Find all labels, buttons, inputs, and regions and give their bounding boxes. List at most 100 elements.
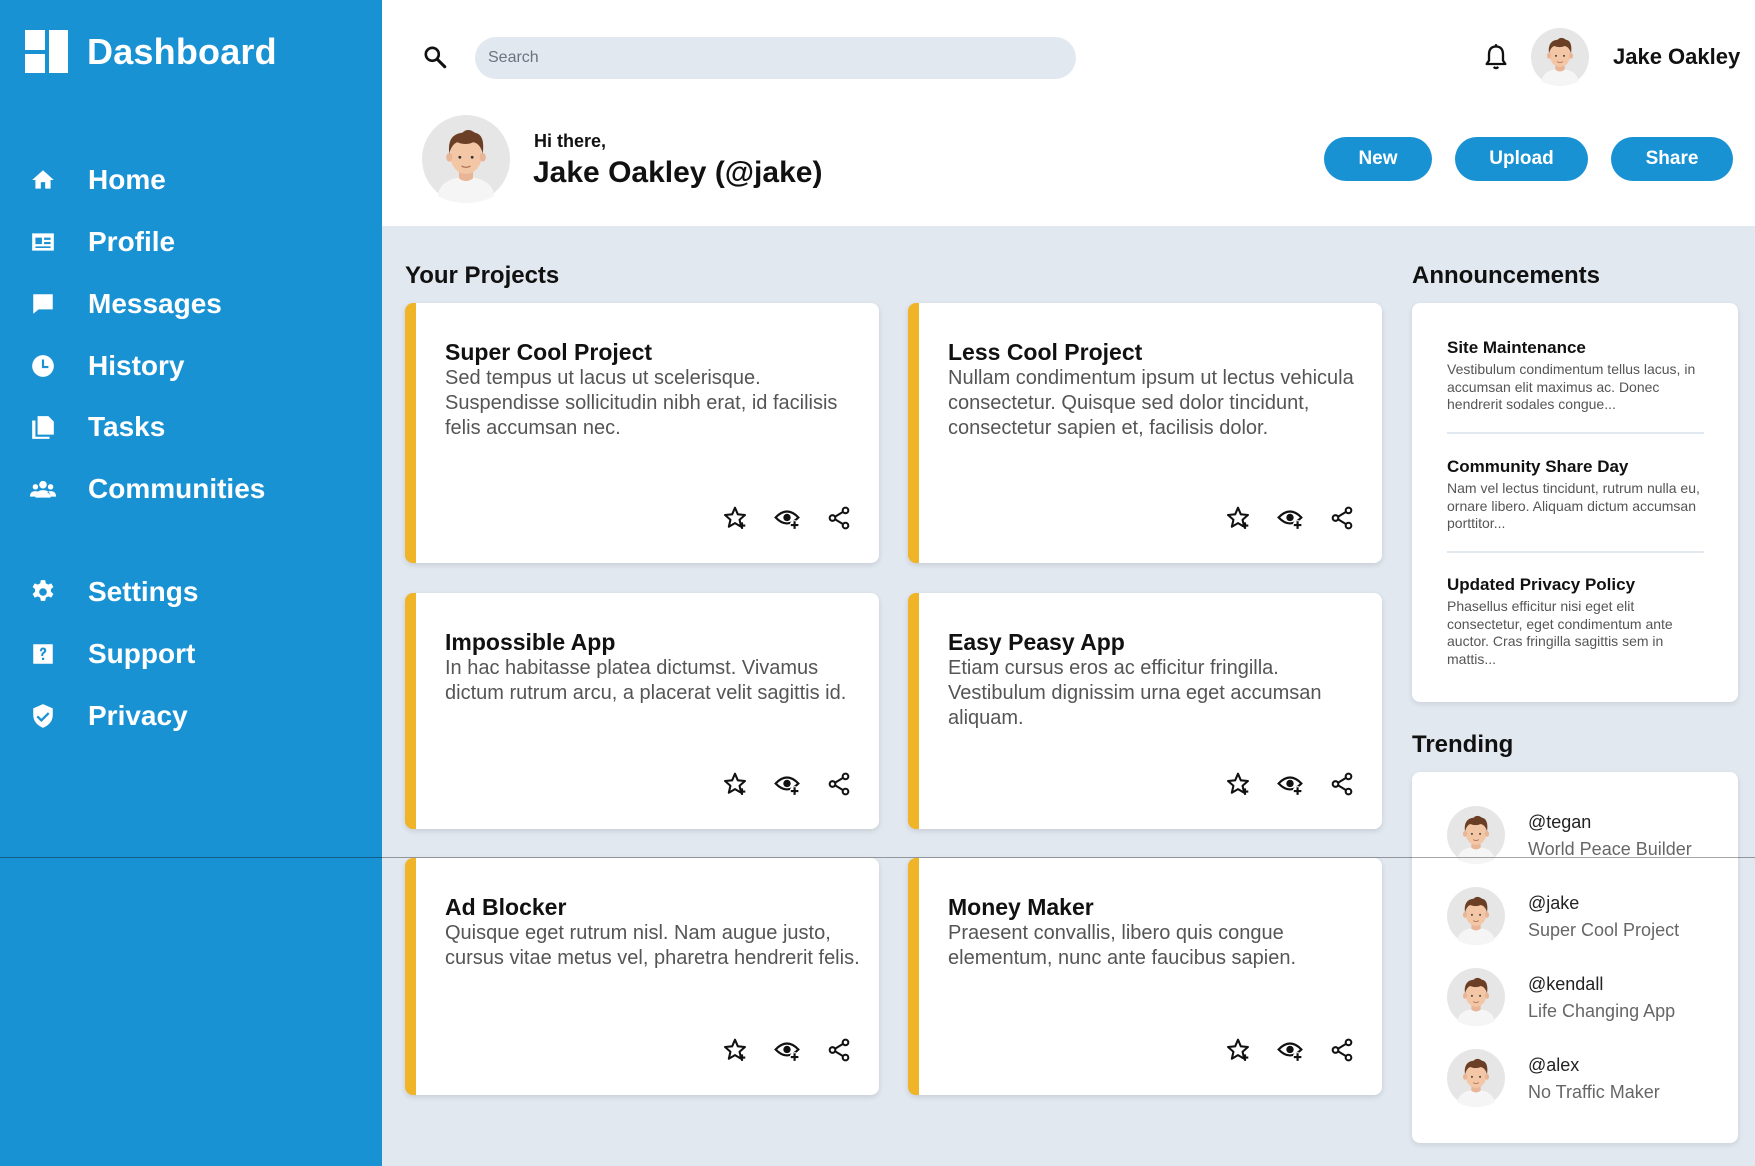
project-card[interactable]: Ad Blocker Quisque eget rutrum nisl. Nam…: [405, 858, 879, 1095]
announcement-title: Site Maintenance: [1447, 338, 1586, 357]
card-actions: [722, 1037, 852, 1063]
share-button[interactable]: Share: [1611, 137, 1733, 181]
trending-title: Trending: [1412, 731, 1514, 758]
sidebar-item-label: Tasks: [88, 411, 166, 442]
project-title: Ad Blocker: [445, 894, 567, 920]
sidebar-item-messages[interactable]: Messages: [28, 284, 222, 324]
watch-icon[interactable]: [1277, 771, 1303, 797]
card-actions: [722, 771, 852, 797]
group-icon: [28, 474, 58, 504]
avatar: [422, 115, 510, 203]
announcements-panel: Site Maintenance Vestibulum condimentum …: [1412, 303, 1738, 702]
sidebar-item-label: Support: [88, 638, 196, 669]
watch-icon[interactable]: [1277, 505, 1303, 531]
share-icon[interactable]: [826, 1037, 852, 1063]
project-title: Impossible App: [445, 629, 616, 655]
sidebar-item-tasks[interactable]: Tasks: [28, 407, 165, 447]
sidebar-item-history[interactable]: History: [28, 346, 184, 386]
announcement-title: Community Share Day: [1447, 457, 1629, 476]
trending-project: Super Cool Project: [1528, 920, 1680, 940]
project-card[interactable]: Easy Peasy App Etiam cursus eros ac effi…: [908, 593, 1382, 829]
trending-item[interactable]: @tegan World Peace Builder: [1447, 806, 1727, 866]
brand-title: Dashboard: [87, 30, 277, 72]
bell-icon[interactable]: [1482, 42, 1510, 72]
search-input[interactable]: [475, 37, 1076, 79]
share-icon[interactable]: [826, 505, 852, 531]
sidebar-item-label: Profile: [88, 226, 176, 257]
sidebar-item-profile[interactable]: Profile: [28, 222, 175, 262]
sidebar-item-home[interactable]: Home: [28, 160, 166, 200]
avatar[interactable]: [1531, 28, 1589, 86]
share-icon[interactable]: [1329, 771, 1355, 797]
card-actions: [722, 505, 852, 531]
new-button[interactable]: New: [1324, 137, 1432, 181]
watch-icon[interactable]: [774, 771, 800, 797]
project-card[interactable]: Money Maker Praesent convallis, libero q…: [908, 858, 1382, 1095]
dashboard-logo-icon: [25, 30, 68, 73]
favorite-icon[interactable]: [722, 505, 748, 531]
gear-icon: [28, 577, 58, 607]
share-icon[interactable]: [1329, 1037, 1355, 1063]
trending-project: World Peace Builder: [1528, 839, 1692, 859]
trending-item[interactable]: @jake Super Cool Project: [1447, 887, 1727, 947]
sidebar: Dashboard Home Profile Messages History: [0, 0, 382, 1166]
favorite-icon[interactable]: [1225, 505, 1251, 531]
trending-panel: @tegan World Peace Builder @jake Super C…: [1412, 772, 1738, 1143]
id-card-icon: [28, 227, 58, 257]
upload-button[interactable]: Upload: [1455, 137, 1588, 181]
sidebar-item-label: Privacy: [88, 700, 188, 731]
watch-icon[interactable]: [774, 505, 800, 531]
card-actions: [1225, 1037, 1355, 1063]
project-title: Super Cool Project: [445, 339, 653, 365]
clock-icon: [28, 351, 58, 381]
trending-handle: @tegan: [1528, 812, 1592, 832]
help-icon: [28, 639, 58, 669]
brand[interactable]: Dashboard: [25, 30, 277, 73]
greeting-text: Hi there,: [534, 131, 607, 151]
project-card[interactable]: Impossible App In hac habitasse platea d…: [405, 593, 879, 829]
favorite-icon[interactable]: [1225, 771, 1251, 797]
sidebar-item-communities[interactable]: Communities: [28, 469, 265, 509]
announcement-item[interactable]: Community Share Day Nam vel lectus tinci…: [1447, 457, 1704, 533]
announcement-item[interactable]: Updated Privacy Policy Phasellus efficit…: [1447, 575, 1704, 668]
share-icon[interactable]: [1329, 505, 1355, 531]
announcement-item[interactable]: Site Maintenance Vestibulum condimentum …: [1447, 338, 1704, 414]
favorite-icon[interactable]: [722, 771, 748, 797]
announcement-title: Updated Privacy Policy: [1447, 575, 1636, 594]
trending-handle: @alex: [1528, 1055, 1580, 1075]
shield-check-icon: [28, 701, 58, 731]
announcement-body: Phasellus efficitur nisi eget elit conse…: [1447, 598, 1673, 667]
trending-project: No Traffic Maker: [1528, 1082, 1660, 1102]
project-title: Less Cool Project: [948, 339, 1143, 365]
divider: [1447, 551, 1704, 553]
card-actions: [1225, 505, 1355, 531]
project-card[interactable]: Super Cool Project Sed tempus ut lacus u…: [405, 303, 879, 563]
project-card[interactable]: Less Cool Project Nullam condimentum ips…: [908, 303, 1382, 563]
project-description: Nullam condimentum ipsum ut lectus vehic…: [948, 367, 1354, 439]
trending-item[interactable]: @kendall Life Changing App: [1447, 968, 1727, 1028]
card-actions: [1225, 771, 1355, 797]
sidebar-item-privacy[interactable]: Privacy: [28, 696, 188, 736]
announcement-body: Nam vel lectus tincidunt, rutrum nulla e…: [1447, 480, 1700, 531]
sidebar-item-label: Communities: [88, 473, 266, 504]
trending-project: Life Changing App: [1528, 1001, 1676, 1021]
chat-bubble-icon: [28, 289, 58, 319]
avatar: [1447, 968, 1505, 1026]
header: Jake Oakley Hi there, Jake Oakley (@jake…: [382, 0, 1755, 226]
favorite-icon[interactable]: [722, 1037, 748, 1063]
watch-icon[interactable]: [774, 1037, 800, 1063]
share-icon[interactable]: [826, 771, 852, 797]
favorite-icon[interactable]: [1225, 1037, 1251, 1063]
project-description: Quisque eget rutrum nisl. Nam augue just…: [445, 922, 860, 969]
home-icon: [28, 165, 58, 195]
search-icon[interactable]: [422, 44, 448, 70]
project-title: Money Maker: [948, 894, 1094, 920]
announcement-body: Vestibulum condimentum tellus lacus, in …: [1447, 361, 1696, 412]
watch-icon[interactable]: [1277, 1037, 1303, 1063]
sidebar-item-support[interactable]: Support: [28, 634, 195, 674]
projects-title: Your Projects: [405, 262, 560, 289]
sidebar-item-settings[interactable]: Settings: [28, 572, 198, 612]
trending-item[interactable]: @alex No Traffic Maker: [1447, 1049, 1727, 1109]
user-name[interactable]: Jake Oakley: [1613, 44, 1740, 70]
trending-handle: @kendall: [1528, 974, 1604, 994]
